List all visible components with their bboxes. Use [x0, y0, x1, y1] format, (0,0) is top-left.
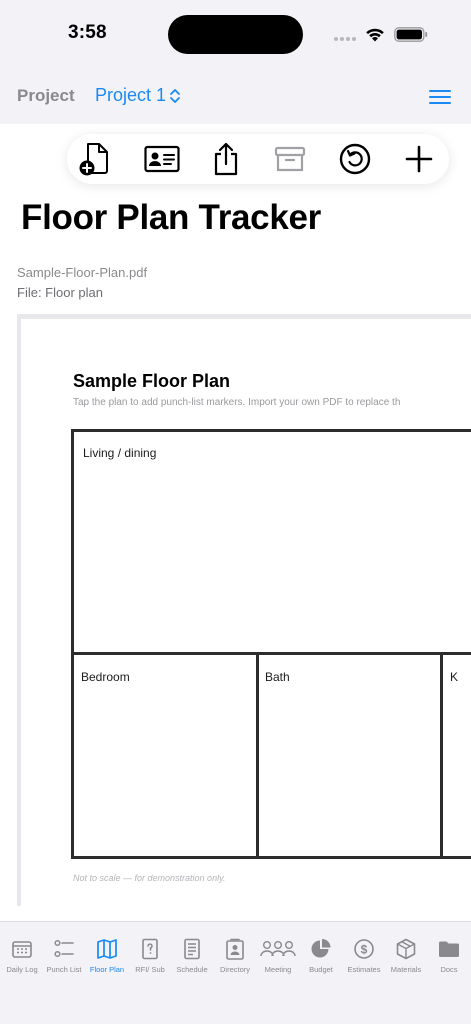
room-kitchen[interactable]: K — [450, 670, 458, 684]
share-button[interactable] — [208, 141, 244, 177]
plan-footnote: Not to scale — for demonstration only. — [73, 873, 226, 883]
floor-plan-icon — [97, 939, 117, 959]
directory-icon — [226, 938, 244, 960]
navigation-bar: Project Project 1 — [0, 62, 471, 124]
meeting-icon — [260, 940, 296, 957]
tab-directory[interactable]: Directory — [213, 937, 257, 974]
daily-log-icon — [12, 941, 32, 958]
chevron-up-down-icon — [170, 88, 180, 103]
tab-daily-log[interactable]: Daily Log — [0, 937, 44, 974]
project-picker[interactable]: Project 1 — [95, 85, 181, 106]
tab-docs[interactable]: Docs — [427, 937, 471, 974]
cellular-signal-icon — [334, 37, 356, 41]
tab-schedule[interactable]: Schedule — [170, 937, 214, 974]
wall-vertical — [440, 654, 443, 859]
contact-card-button[interactable] — [144, 141, 180, 177]
tab-bar: Daily Log Punch List Floor Plan RFI/ Sub… — [0, 921, 471, 1024]
add-button[interactable] — [401, 141, 437, 177]
archive-icon — [274, 146, 306, 172]
plan-instructions: Tap the plan to add punch-list markers. … — [73, 397, 401, 408]
page-title: Floor Plan Tracker — [21, 198, 321, 237]
history-button[interactable] — [337, 141, 373, 177]
add-file-button[interactable] — [77, 141, 113, 177]
budget-icon — [311, 939, 331, 958]
add-file-icon — [79, 143, 108, 176]
contact-card-icon — [144, 145, 180, 173]
plan-title: Sample Floor Plan — [73, 371, 231, 391]
materials-icon — [396, 938, 416, 960]
floor-plan-drawing[interactable]: Living / dining Bedroom Bath K — [71, 429, 471, 859]
wall-vertical — [256, 654, 259, 859]
status-bar: 3:58 — [0, 0, 471, 62]
pdf-viewer[interactable]: Sample Floor Plan Tap the plan to add pu… — [17, 314, 471, 906]
docs-icon — [439, 941, 459, 957]
room-bath[interactable]: Bath — [265, 670, 290, 684]
share-icon — [214, 142, 238, 176]
history-icon — [339, 143, 371, 175]
file-label: File: Floor plan — [17, 285, 103, 300]
wifi-icon — [366, 28, 384, 42]
file-name: Sample-Floor-Plan.pdf — [17, 265, 148, 280]
tab-meeting[interactable]: Meeting — [256, 937, 300, 974]
archive-button[interactable] — [272, 141, 308, 177]
menu-icon[interactable] — [428, 89, 452, 105]
schedule-icon — [184, 938, 200, 960]
room-living-dining[interactable]: Living / dining — [83, 446, 156, 460]
content-area: Floor Plan Tracker Sample-Floor-Plan.pdf… — [0, 124, 471, 921]
rfi-icon — [142, 938, 158, 960]
tab-rfi-sub[interactable]: RFI/ Sub — [128, 937, 172, 974]
tab-estimates[interactable]: $ Estimates — [342, 937, 386, 974]
tab-budget[interactable]: Budget — [299, 937, 343, 974]
tab-floor-plan[interactable]: Floor Plan — [85, 937, 129, 974]
tab-materials[interactable]: Materials — [384, 937, 428, 974]
punch-list-icon — [54, 939, 74, 958]
plus-icon — [405, 145, 433, 173]
floating-toolbar — [67, 134, 449, 184]
status-time: 3:58 — [68, 22, 107, 43]
estimates-icon: $ — [354, 939, 374, 959]
project-name: Project 1 — [95, 85, 167, 105]
tab-punch-list[interactable]: Punch List — [42, 937, 86, 974]
room-bedroom[interactable]: Bedroom — [81, 670, 130, 684]
battery-icon — [394, 27, 428, 42]
project-label: Project — [17, 86, 75, 105]
dynamic-island — [168, 15, 303, 54]
svg-text:$: $ — [361, 943, 368, 957]
floor-plan-page[interactable]: Sample Floor Plan Tap the plan to add pu… — [21, 319, 471, 906]
wall-horizontal — [74, 652, 471, 655]
